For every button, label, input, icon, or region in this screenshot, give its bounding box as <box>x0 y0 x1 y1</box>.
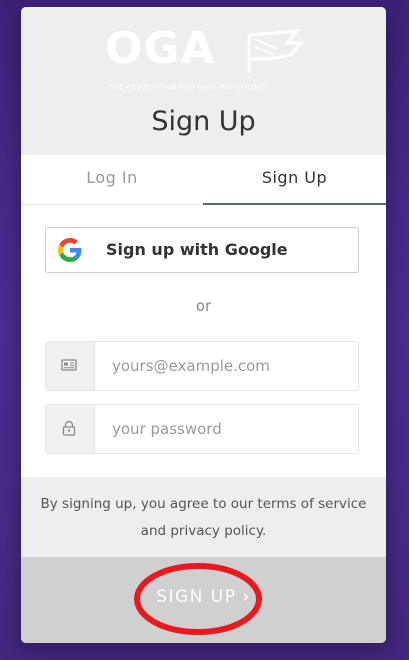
google-button-label: Sign up with Google <box>106 240 288 259</box>
modal-header: OGA THE ASSOCIATION FOR GAFF RIG SAILING… <box>21 7 386 155</box>
oga-logo: OGA THE ASSOCIATION FOR GAFF RIG SAILING <box>105 23 305 95</box>
signup-submit-button[interactable]: SIGN UP › <box>21 557 386 643</box>
email-icon-box <box>46 342 95 390</box>
password-input[interactable] <box>95 405 357 453</box>
email-input[interactable] <box>95 342 357 390</box>
page-title: Sign Up <box>151 106 256 137</box>
envelope-icon <box>61 359 77 371</box>
terms-notice: By signing up, you agree to our terms of… <box>21 477 386 557</box>
password-icon-box <box>46 405 95 453</box>
google-signup-button[interactable]: Sign up with Google <box>45 227 359 273</box>
tab-signup[interactable]: Sign Up <box>203 155 386 205</box>
lock-icon <box>62 420 76 436</box>
logo-text: OGA <box>105 23 216 74</box>
signup-modal: OGA THE ASSOCIATION FOR GAFF RIG SAILING… <box>21 7 386 643</box>
chevron-right-icon: › <box>242 587 251 607</box>
email-field <box>45 341 359 391</box>
or-divider: or <box>195 297 212 315</box>
logo-tagline: THE ASSOCIATION FOR GAFF RIG SAILING <box>109 83 266 91</box>
google-icon <box>58 238 82 262</box>
tab-login[interactable]: Log In <box>21 155 203 204</box>
auth-tabs: Log In Sign Up <box>21 155 386 205</box>
oga-logo-icon <box>247 29 303 73</box>
submit-label: SIGN UP <box>156 587 237 607</box>
terms-text: By signing up, you agree to our terms of… <box>40 496 367 539</box>
password-field <box>45 404 359 454</box>
submit-label-wrap: SIGN UP › <box>21 587 386 607</box>
